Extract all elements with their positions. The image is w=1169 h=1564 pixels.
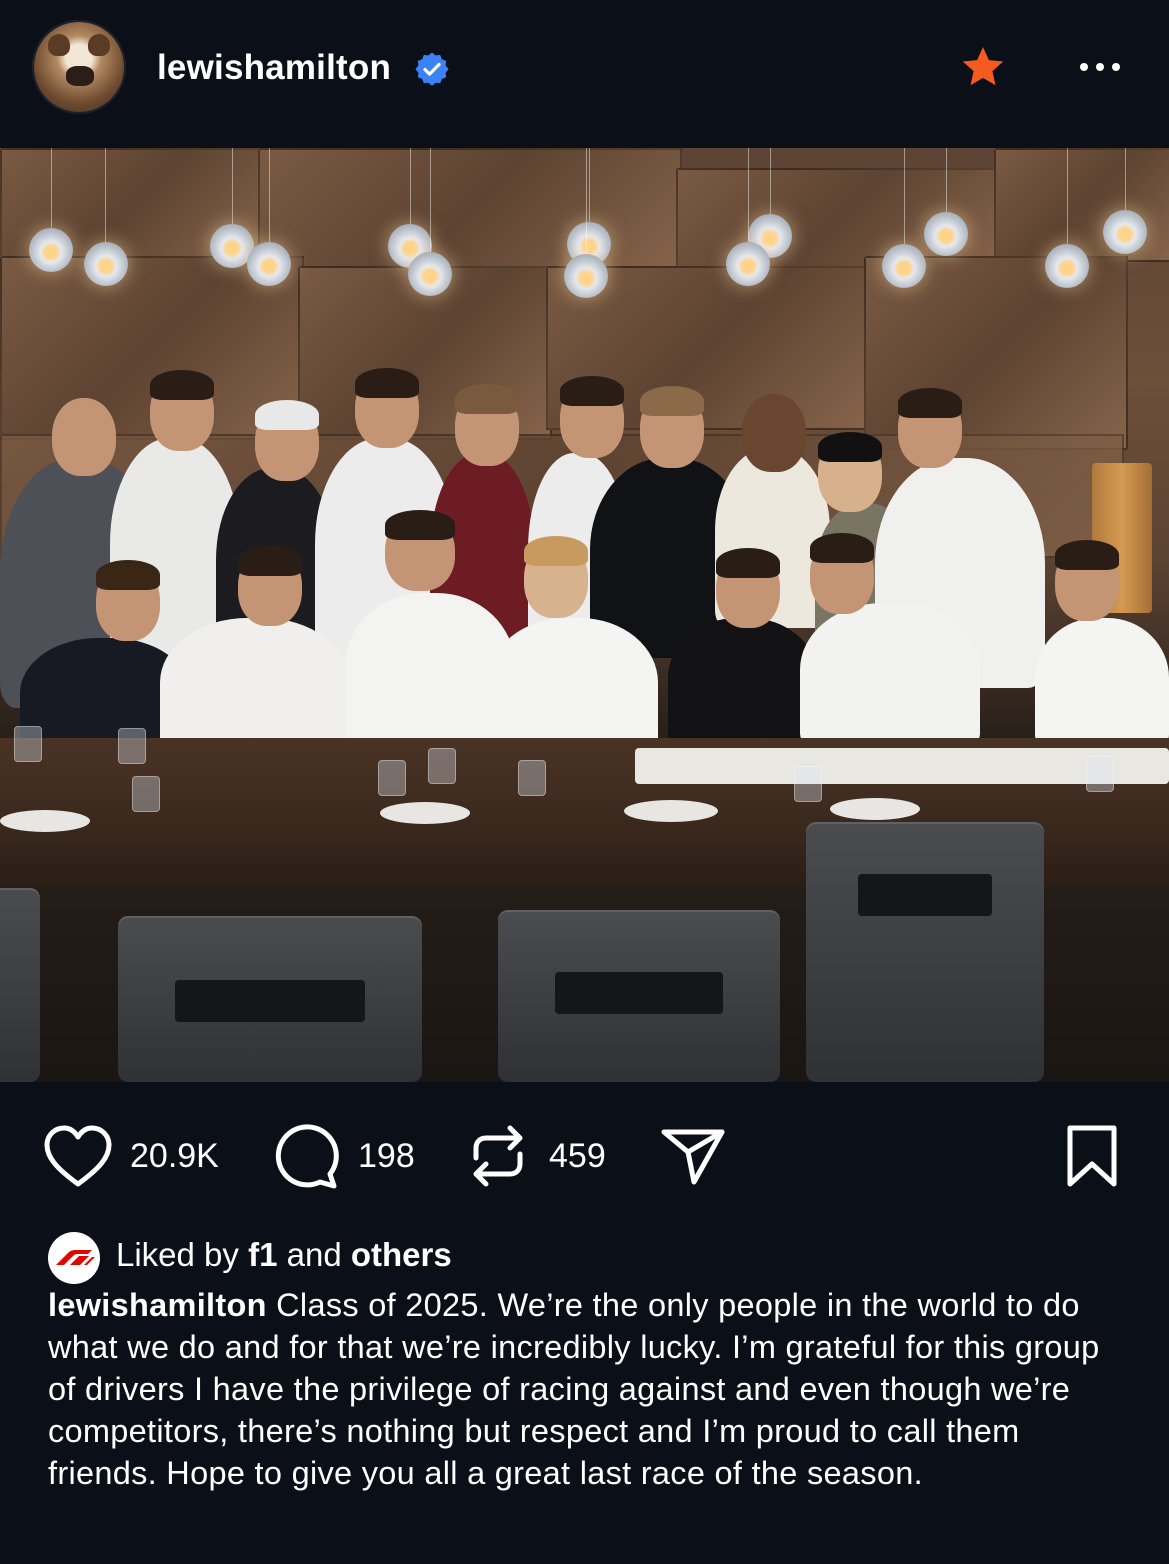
f1-logo-icon: [56, 1250, 95, 1265]
person-head: [52, 398, 116, 476]
person-hair: [898, 388, 962, 418]
avatar-snout: [66, 66, 94, 86]
light-wire: [1067, 148, 1068, 244]
chair: [498, 910, 780, 1082]
glass: [378, 760, 406, 796]
light-wire: [586, 148, 587, 254]
light-wire: [770, 148, 771, 214]
chair-handle: [858, 874, 992, 916]
plate: [0, 810, 90, 832]
chair-handle: [555, 972, 723, 1014]
chair: [806, 822, 1044, 1082]
light-wire: [1125, 148, 1126, 210]
light-wire: [946, 148, 947, 212]
light-wire: [904, 148, 905, 244]
glass: [794, 766, 822, 802]
person-hair: [96, 560, 160, 590]
liked-by-others[interactable]: others: [351, 1236, 452, 1273]
pendant-light: [564, 254, 608, 298]
repost-icon[interactable]: [466, 1120, 530, 1192]
more-options-icon[interactable]: [1080, 58, 1130, 76]
liked-by-line: Liked by f1 and others: [116, 1232, 452, 1278]
share-icon[interactable]: [660, 1126, 726, 1188]
plate: [624, 800, 718, 822]
liked-by-connector: and: [286, 1236, 342, 1273]
chair: [118, 916, 422, 1082]
comment-icon[interactable]: [272, 1124, 340, 1190]
person-hair: [385, 510, 455, 540]
likes-count[interactable]: 20.9K: [130, 1136, 219, 1176]
f1-avatar[interactable]: [48, 1232, 100, 1284]
comments-count[interactable]: 198: [358, 1136, 415, 1176]
plate: [380, 802, 470, 824]
post-actions: 20.9K 198 459: [0, 1082, 1169, 1232]
person-hair: [810, 533, 874, 563]
dot: [1112, 63, 1120, 71]
person-figure: [160, 618, 350, 758]
person-cap: [255, 400, 319, 430]
post-header: lewishamilton: [0, 0, 1169, 148]
caption-username[interactable]: lewishamilton: [48, 1287, 267, 1323]
person-hair: [524, 536, 588, 566]
glass: [518, 760, 546, 796]
pendant-light: [29, 228, 73, 272]
pendant-light: [247, 242, 291, 286]
person-hair: [238, 546, 302, 576]
person-head: [742, 394, 806, 472]
person-hair: [1055, 540, 1119, 570]
person-hair: [640, 386, 704, 416]
light-wire: [589, 148, 590, 222]
light-wire: [105, 148, 106, 242]
person-hair: [560, 376, 624, 406]
glass: [14, 726, 42, 762]
plate: [830, 798, 920, 820]
person-hair: [716, 548, 780, 578]
light-wire: [748, 148, 749, 242]
person-hair: [150, 370, 214, 400]
reposts-count[interactable]: 459: [549, 1136, 606, 1176]
light-wire: [51, 148, 52, 228]
star-icon[interactable]: [960, 44, 1006, 90]
verified-badge-icon: [415, 52, 449, 86]
post-photo[interactable]: [0, 148, 1169, 1082]
person-hair: [455, 384, 519, 414]
glass: [428, 748, 456, 784]
pendant-light: [924, 212, 968, 256]
light-wire: [410, 148, 411, 224]
light-wire: [430, 148, 431, 252]
pendant-light: [1045, 244, 1089, 288]
pendant-light: [408, 252, 452, 296]
liked-by-prefix: Liked by: [116, 1236, 239, 1273]
heart-icon[interactable]: [42, 1124, 114, 1190]
post-caption: lewishamilton Class of 2025. We’re the o…: [48, 1284, 1128, 1494]
glass: [132, 776, 160, 812]
liked-by-user[interactable]: f1: [248, 1236, 277, 1273]
pendant-light: [84, 242, 128, 286]
bookmark-icon[interactable]: [1064, 1124, 1120, 1188]
chair: [0, 888, 40, 1082]
dot: [1080, 63, 1088, 71]
person-figure: [800, 603, 980, 748]
person-hair: [355, 368, 419, 398]
person-figure: [1035, 618, 1169, 748]
glass: [1086, 756, 1114, 792]
person-figure: [488, 618, 658, 758]
dot: [1096, 63, 1104, 71]
post-username[interactable]: lewishamilton: [157, 46, 391, 90]
chair-handle: [175, 980, 365, 1022]
light-wire: [232, 148, 233, 224]
light-wire: [269, 148, 270, 242]
person-hair: [818, 432, 882, 462]
pendant-light: [882, 244, 926, 288]
profile-avatar[interactable]: [32, 20, 126, 114]
pendant-light: [726, 242, 770, 286]
pendant-light: [1103, 210, 1147, 254]
wall-stone: [258, 148, 682, 272]
person-figure: [668, 618, 818, 748]
avatar-ear: [88, 34, 110, 56]
avatar-ear: [48, 34, 70, 56]
glass: [118, 728, 146, 764]
